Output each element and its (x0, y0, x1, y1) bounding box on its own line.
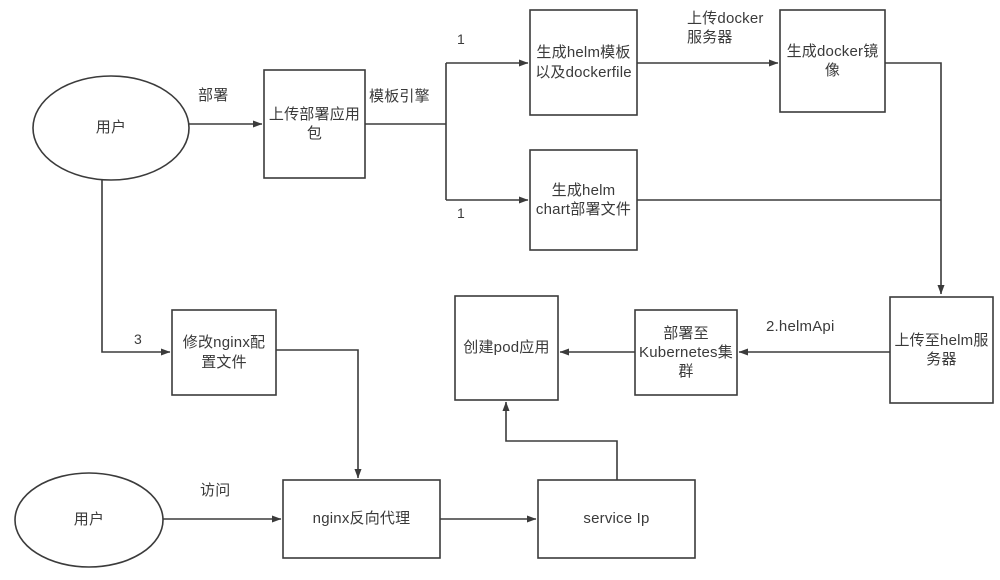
node-deploy-kubernetes[interactable] (634, 309, 738, 396)
node-generate-helm-template[interactable] (529, 9, 638, 116)
edge-user-to-nginx-config (101, 180, 171, 356)
flowchart-canvas: 用户 上传部署应用 包 生成helm模板 以及dockerfile 生成dock… (0, 0, 1000, 580)
node-service-ip[interactable] (537, 479, 696, 559)
node-user-deploy[interactable] (32, 75, 190, 181)
edge-service-ip-to-create-pod (502, 401, 618, 480)
node-upload-helm-server[interactable] (889, 296, 994, 404)
edge-nginx-config-to-nginx-proxy (276, 349, 362, 479)
node-generate-docker-image[interactable] (779, 9, 886, 113)
node-generate-helm-chart[interactable] (529, 149, 638, 251)
edge-docker-image-to-helm-server (885, 62, 945, 295)
node-nginx-reverse-proxy[interactable] (282, 479, 441, 559)
node-upload-package[interactable] (263, 69, 366, 179)
node-create-pod[interactable] (454, 295, 559, 401)
flowchart-svg (14, 9, 994, 568)
node-user-access[interactable] (14, 472, 164, 568)
node-modify-nginx-config[interactable] (171, 309, 277, 396)
